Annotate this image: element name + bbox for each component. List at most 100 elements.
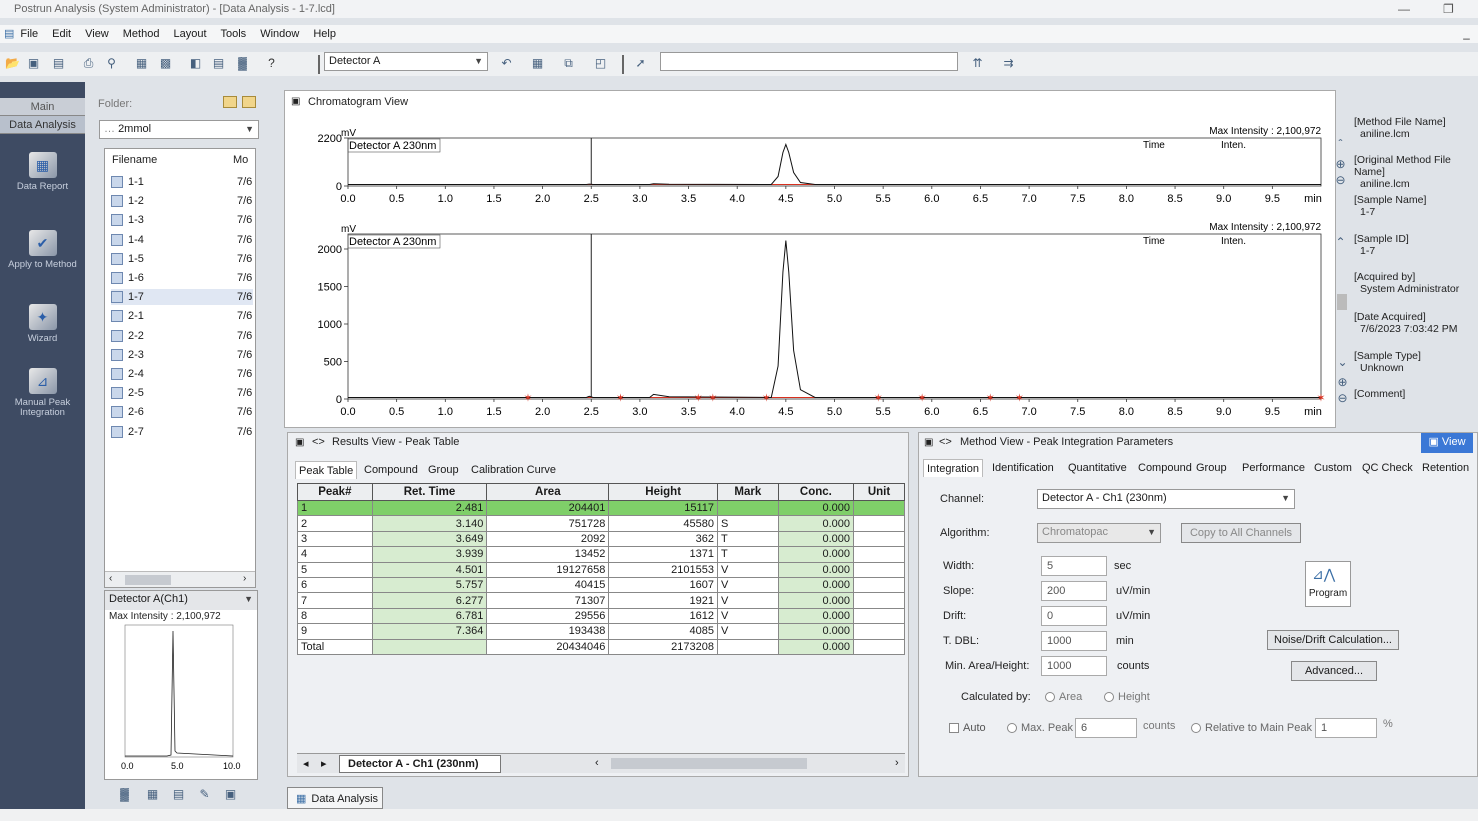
method-tab[interactable]: Integration [923, 459, 983, 477]
tdbl-input[interactable]: 1000 [1041, 631, 1107, 651]
relative-main-peak-radio[interactable]: Relative to Main Peak [1191, 722, 1312, 734]
program-button[interactable]: ⊿⋀ Program [1305, 561, 1351, 607]
folder-icon[interactable] [223, 96, 237, 108]
nav-manual-peak-integration[interactable]: ⊿ Manual Peak Integration [0, 368, 85, 418]
chart-icon[interactable]: ▓ [234, 55, 251, 72]
file-row[interactable]: 1-4 7/6 [111, 232, 253, 248]
file-row[interactable]: 1-7 7/6 [111, 289, 253, 306]
collapse-icon[interactable]: ▣ [295, 437, 304, 448]
tab-group[interactable]: Group [425, 461, 462, 479]
nav-tab-main[interactable]: Main [0, 98, 85, 116]
file-row[interactable]: 2-7 7/6 [111, 424, 253, 440]
col-header[interactable]: Area [486, 483, 610, 501]
menu-tools[interactable]: Tools [221, 25, 247, 43]
col-header[interactable]: Ret. Time [371, 483, 488, 501]
next-sheet-icon[interactable]: ▸ [321, 757, 327, 770]
noise-drift-button[interactable]: Noise/Drift Calculation... [1267, 630, 1399, 650]
compare-icon[interactable]: ◰ [592, 55, 609, 72]
height-radio[interactable]: Height [1104, 691, 1150, 703]
auto-checkbox[interactable]: Auto [949, 722, 986, 734]
scroll-up-icon[interactable]: ˆ [1332, 136, 1349, 153]
file-row[interactable]: 1-3 7/6 [111, 212, 253, 228]
copy-icon[interactable]: ⧉ [560, 55, 577, 72]
maximize-icon[interactable]: ❐ [1443, 0, 1454, 18]
menu-view[interactable]: View [85, 25, 109, 43]
table-row[interactable]: 2 3.140 751728 45580 S 0.000 [297, 515, 905, 532]
method-tab[interactable]: Group [1193, 459, 1230, 477]
file-row[interactable]: 1-6 7/6 [111, 270, 253, 286]
save-icon[interactable]: ▣ [25, 55, 42, 72]
scroll-down-icon[interactable]: ⌄ [1334, 354, 1351, 371]
zoom-in-icon[interactable]: ⊕ [1334, 374, 1351, 391]
method-tab[interactable]: Performance [1239, 459, 1308, 477]
table-row[interactable]: 8 6.781 29556 1612 V 0.000 [297, 607, 905, 625]
table-row[interactable]: 4 3.939 13452 1371 T 0.000 [297, 546, 905, 563]
restore-icon[interactable]: – [1458, 30, 1475, 47]
file-row[interactable]: 1-2 7/6 [111, 193, 253, 209]
zoom-in-icon[interactable]: ⊕ [1332, 156, 1349, 173]
report-icon[interactable]: ▦ [133, 55, 150, 72]
integrate-icon[interactable]: ⇈ [969, 55, 986, 72]
zoom-out-icon[interactable]: ⊖ [1334, 390, 1351, 407]
batch-icon[interactable]: ▩ [157, 55, 174, 72]
drift-input[interactable]: 0 [1041, 606, 1107, 626]
advanced-button[interactable]: Advanced... [1291, 661, 1377, 681]
method-tab[interactable]: Compound [1135, 459, 1195, 477]
report-view-icon[interactable]: ▣ [222, 786, 239, 803]
nav-apply-to-method[interactable]: ✔ Apply to Method [0, 230, 85, 270]
expand-icon[interactable]: <> [939, 436, 952, 448]
scroll-right-icon[interactable]: › [895, 757, 899, 769]
nav-wizard[interactable]: ✦ Wizard [0, 304, 85, 344]
file-row[interactable]: 2-6 7/6 [111, 404, 253, 420]
nav-data-report[interactable]: ▦ Data Report [0, 152, 85, 192]
file-row[interactable]: 2-2 7/6 [111, 328, 253, 344]
open-icon[interactable]: 📂 [4, 55, 21, 72]
print-icon[interactable]: ⎙ [80, 55, 97, 72]
help-icon[interactable]: ? [263, 55, 280, 72]
table-row[interactable]: 5 4.501 19127658 2101553 V 0.000 [297, 561, 905, 578]
method-tab[interactable]: Identification [989, 459, 1057, 477]
menu-file[interactable]: File [20, 25, 38, 43]
method-tab[interactable]: QC Check [1359, 459, 1416, 477]
minimize-icon[interactable]: — [1398, 0, 1410, 18]
search-input[interactable] [660, 52, 958, 71]
undo-icon[interactable]: ↶ [498, 55, 515, 72]
expand-icon[interactable]: <> [312, 436, 325, 448]
method-tab[interactable]: Retention [1419, 459, 1472, 477]
col-header[interactable]: Height [608, 483, 718, 501]
zoom-out-icon[interactable]: ⊖ [1332, 172, 1349, 189]
scroll-thumb[interactable] [125, 575, 171, 585]
channel-select[interactable]: Detector A - Ch1 (230nm) ▼ [1037, 489, 1295, 509]
table-row[interactable]: 9 7.364 193438 4085 V 0.000 [297, 623, 905, 640]
col-header[interactable]: Unit [853, 483, 905, 501]
table-row[interactable]: Total 20434046 2173208 0.000 [297, 638, 905, 655]
method-tab[interactable]: Custom [1311, 459, 1355, 477]
detector-select[interactable]: Detector A ▼ [324, 52, 488, 71]
scroll-thumb[interactable] [611, 758, 807, 769]
col-filename[interactable]: Filename [112, 154, 157, 166]
chart-view-icon[interactable]: ▓ [116, 786, 133, 803]
menu-help[interactable]: Help [313, 25, 336, 43]
pin-icon[interactable]: ➚ [632, 55, 649, 72]
file-row[interactable]: 1-1 7/6 [111, 174, 253, 190]
folder-select[interactable]: … 2mmol ▼ [99, 120, 259, 139]
vertical-scroll-thumb[interactable] [1337, 294, 1347, 310]
col-header[interactable]: Mark [716, 483, 779, 501]
relative-input[interactable]: 1 [1315, 718, 1377, 738]
menu-method[interactable]: Method [123, 25, 160, 43]
table-row[interactable]: 1 2.481 204401 15117 0.000 [297, 499, 905, 517]
file-row[interactable]: 2-3 7/6 [111, 347, 253, 363]
prev-sheet-icon[interactable]: ◂ [303, 757, 309, 770]
data-analysis-tab[interactable]: ▦ Data Analysis [287, 787, 383, 809]
save-as-icon[interactable]: ▤ [50, 55, 67, 72]
layout-2-icon[interactable]: ▤ [210, 55, 227, 72]
channel-select[interactable]: Detector A(Ch1) ▼ [105, 591, 257, 610]
scroll-up-icon[interactable]: ⌃ [1332, 234, 1349, 251]
tab-peak-table[interactable]: Peak Table [295, 461, 358, 479]
file-row[interactable]: 1-5 7/6 [111, 251, 253, 267]
tab-calibration-curve[interactable]: Calibration Curve [468, 461, 559, 479]
table-view-icon[interactable]: ▦ [144, 786, 161, 803]
scroll-right-icon[interactable]: › [243, 573, 246, 584]
nav-tab-data-analysis[interactable]: Data Analysis [0, 116, 85, 134]
min-area-input[interactable]: 1000 [1041, 656, 1107, 676]
